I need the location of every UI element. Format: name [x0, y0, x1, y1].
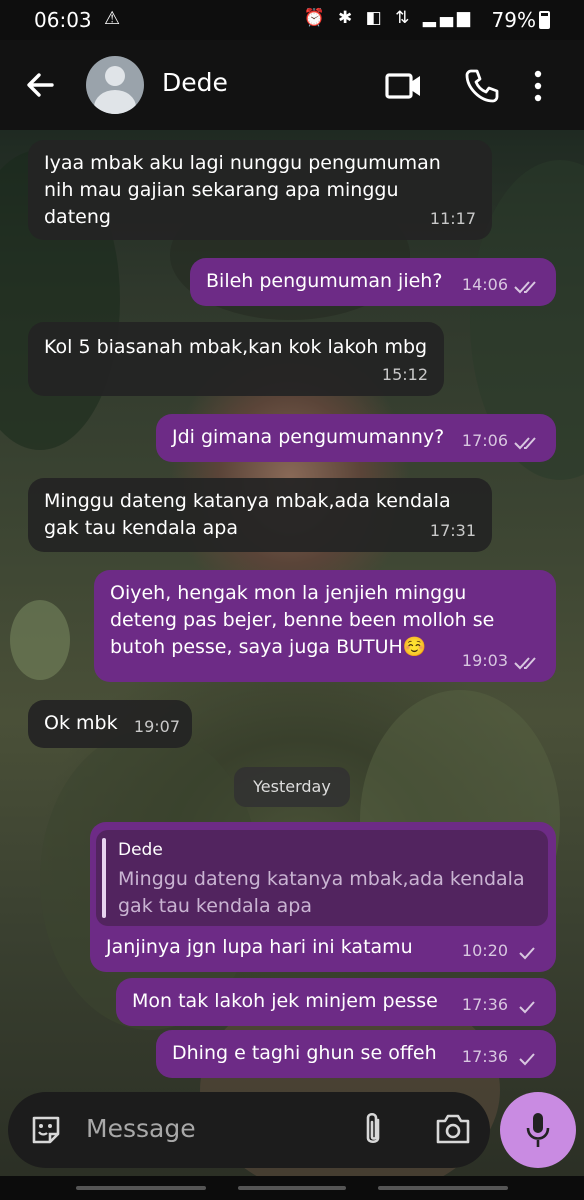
message-time: 19:07 [133, 717, 180, 736]
attachment-icon[interactable] [358, 1110, 388, 1150]
camera-icon[interactable] [434, 1112, 472, 1146]
quote-text: gak tau kendala apa [118, 895, 312, 917]
voice-record-button[interactable] [500, 1092, 576, 1168]
battery-icon [539, 11, 550, 29]
message-incoming[interactable]: Iyaa mbak aku lagi nunggu pengumuman nih… [28, 140, 492, 240]
phone-icon[interactable] [462, 66, 502, 106]
conversation-header: Dede [0, 40, 584, 130]
double-check-icon [514, 657, 536, 670]
message-time: 15:12 [381, 365, 428, 384]
message-outgoing[interactable]: Bileh pengumuman jieh? 14:06 [190, 258, 556, 306]
nav-home[interactable] [238, 1186, 346, 1190]
nav-recents[interactable] [76, 1186, 206, 1190]
message-text: butoh pesse, saya juga BUTUH☺️ [110, 636, 427, 658]
avatar[interactable] [86, 56, 144, 114]
status-icons: ⏰ ✱ ◧ ⇅ ▂▄▆ [303, 8, 474, 28]
message-incoming[interactable]: Minggu dateng katanya mbak,ada kendala g… [28, 478, 492, 552]
quote-author: Dede [118, 840, 163, 860]
more-options-icon[interactable] [528, 66, 548, 106]
message-text: deteng pas bejer, benne been molloh se [110, 609, 495, 631]
quote-text: Minggu dateng katanya mbak,ada kendala [118, 868, 525, 890]
message-text: Iyaa mbak aku lagi nunggu pengumuman [44, 152, 441, 174]
battery-percent: 79% [491, 8, 536, 32]
contact-name[interactable]: Dede [162, 68, 228, 97]
message-time: 17:36 [461, 995, 508, 1014]
message-text: Mon tak lakoh jek minjem pesse [132, 990, 438, 1012]
back-arrow-icon[interactable] [22, 66, 60, 104]
message-outgoing[interactable]: Oiyeh, hengak mon la jenjieh minggu dete… [94, 570, 556, 682]
message-outgoing[interactable]: Jdi gimana pengumumanny? 17:06 [156, 414, 556, 462]
system-nav-bar [0, 1176, 584, 1200]
message-text: Bileh pengumuman jieh? [206, 270, 443, 292]
double-check-icon [514, 437, 536, 450]
message-time: 19:03 [461, 651, 508, 670]
date-divider: Yesterday [234, 767, 350, 807]
message-text: Janjinya jgn lupa hari ini katamu [106, 936, 413, 958]
message-composer: Message [8, 1092, 490, 1168]
quote-bar [102, 838, 106, 918]
message-text: nih mau gajian sekarang apa minggu [44, 179, 399, 201]
message-text: Minggu dateng katanya mbak,ada kendala [44, 490, 451, 512]
check-icon [519, 947, 535, 960]
message-time: 10:20 [461, 941, 508, 960]
status-time: 06:03 [34, 8, 92, 32]
sticker-icon[interactable] [28, 1112, 64, 1148]
message-text: Ok mbk [44, 712, 118, 734]
microphone-icon [526, 1113, 550, 1147]
message-time: 11:17 [429, 209, 476, 228]
message-text: Oiyeh, hengak mon la jenjieh minggu [110, 582, 467, 604]
message-time: 17:36 [461, 1047, 508, 1066]
check-icon [519, 1001, 535, 1014]
warning-icon: ⚠ [104, 8, 121, 29]
quoted-message[interactable]: Dede Minggu dateng katanya mbak,ada kend… [96, 830, 548, 926]
message-time: 17:31 [429, 521, 476, 540]
message-incoming[interactable]: Ok mbk 19:07 [28, 700, 192, 748]
message-outgoing[interactable]: Dhing e taghi ghun se offeh 17:36 [156, 1030, 556, 1078]
double-check-icon [514, 281, 536, 294]
message-text: Kol 5 biasanah mbak,kan kok lakoh mbg [44, 336, 428, 358]
message-time: 17:06 [461, 431, 508, 450]
status-bar: 06:03 ⚠ ⏰ ✱ ◧ ⇅ ▂▄▆ 79% [0, 0, 584, 40]
message-text: gak tau kendala apa [44, 517, 238, 539]
message-outgoing[interactable]: Mon tak lakoh jek minjem pesse 17:36 [116, 978, 556, 1026]
message-incoming[interactable]: Kol 5 biasanah mbak,kan kok lakoh mbg 15… [28, 322, 444, 396]
message-text: Dhing e taghi ghun se offeh [172, 1042, 437, 1064]
nav-back[interactable] [378, 1186, 508, 1190]
message-text: Jdi gimana pengumumanny? [172, 426, 445, 448]
video-call-icon[interactable] [384, 66, 424, 106]
check-icon [519, 1053, 535, 1066]
message-text: dateng [44, 206, 111, 228]
message-time: 14:06 [461, 275, 508, 294]
message-input[interactable]: Message [86, 1114, 196, 1143]
